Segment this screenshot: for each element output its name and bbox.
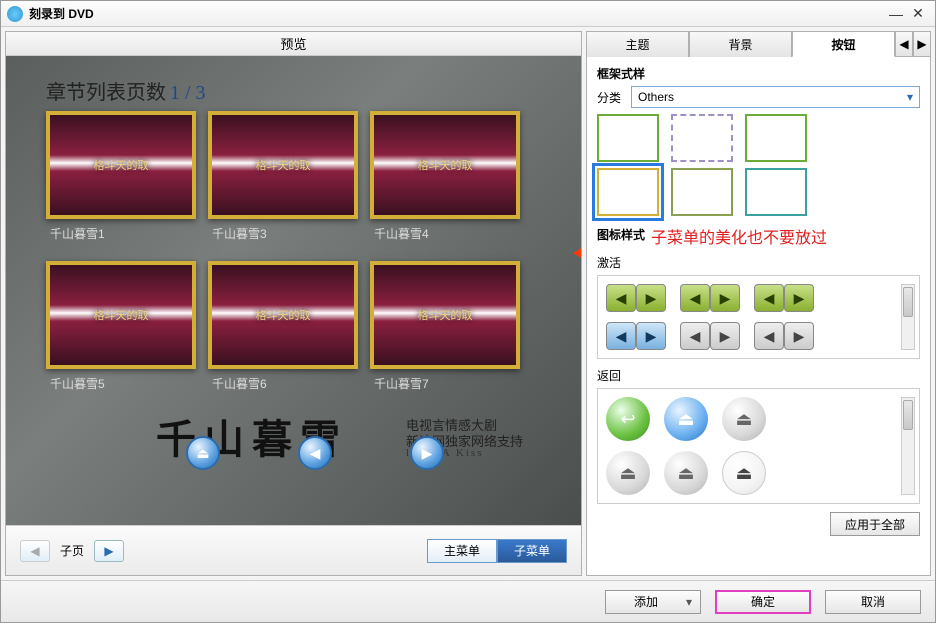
window-title: 刻录到 DVD xyxy=(29,5,94,22)
chapter-thumb[interactable]: 格斗天的取千山暮雪5 xyxy=(46,261,196,401)
return-icon-option[interactable]: ⏏ xyxy=(606,451,650,495)
preview-canvas: 章节列表页数1 / 3 格斗天的取千山暮雪1 格斗天的取千山暮雪3 格斗天的取千… xyxy=(6,56,581,525)
menu-nav-icons: ⏏ ◀ ▶ xyxy=(186,436,444,470)
arrow-left-icon: ◀ xyxy=(680,284,710,312)
nav-icon-pair[interactable]: ◀▶ xyxy=(680,322,740,350)
nav-icon-pair[interactable]: ◀▶ xyxy=(606,284,666,312)
subpage-label: 子页 xyxy=(60,542,84,559)
preview-toolbar: ◀ 子页 ▶ 主菜单 子菜单 xyxy=(6,525,581,575)
menu-segment: 主菜单 子菜单 xyxy=(427,539,567,563)
nav-icon-pair[interactable]: ◀▶ xyxy=(680,284,740,312)
tab-button[interactable]: 按钮 xyxy=(792,31,895,57)
apply-all-button[interactable]: 应用于全部 xyxy=(830,512,920,536)
category-select[interactable]: Others ▾ xyxy=(631,86,920,108)
annotation-arrow xyxy=(573,246,581,260)
nav-icon-pair[interactable]: ◀▶ xyxy=(754,284,814,312)
seg-main-menu[interactable]: 主菜单 xyxy=(427,539,497,563)
app-icon xyxy=(7,6,23,22)
chapter-thumb[interactable]: 格斗天的取千山暮雪3 xyxy=(208,111,358,251)
arrow-right-icon: ▶ xyxy=(710,322,740,350)
return-icon-option[interactable]: ⏏ xyxy=(722,397,766,441)
preview-tab[interactable]: 预览 xyxy=(6,32,581,56)
titlebar: 刻录到 DVD — ✕ xyxy=(1,1,935,27)
chapter-heading: 章节列表页数1 / 3 xyxy=(46,76,206,105)
scrollbar[interactable] xyxy=(901,397,915,495)
arrow-right-icon: ▶ xyxy=(784,284,814,312)
tab-background[interactable]: 背景 xyxy=(689,31,792,57)
return-icon-option[interactable]: ⏏ xyxy=(664,397,708,441)
subpage-next-button[interactable]: ▶ xyxy=(94,540,124,562)
activate-icon-grid: ◀▶ ◀▶ ◀▶ ◀▶ ◀▶ ◀▶ xyxy=(597,275,920,359)
nav-icon-pair[interactable]: ◀▶ xyxy=(754,322,814,350)
arrow-right-icon: ▶ xyxy=(636,322,666,350)
frame-style-grid xyxy=(597,114,920,162)
chapter-thumb-grid: 格斗天的取千山暮雪1 格斗天的取千山暮雪3 格斗天的取千山暮雪4 格斗天的取千山… xyxy=(46,111,536,401)
tab-scroll-left[interactable]: ◀ xyxy=(895,31,913,57)
subpage-prev-button[interactable]: ◀ xyxy=(20,540,50,562)
chapter-thumb[interactable]: 格斗天的取千山暮雪7 xyxy=(370,261,520,401)
chevron-down-icon: ▾ xyxy=(907,90,913,104)
return-icon-option[interactable]: ⏏ xyxy=(722,451,766,495)
chapter-heading-text: 章节列表页数 xyxy=(46,82,166,104)
scrollbar[interactable] xyxy=(901,284,915,350)
chapter-thumb[interactable]: 格斗天的取千山暮雪6 xyxy=(208,261,358,401)
nav-icon-pair[interactable]: ◀▶ xyxy=(606,322,666,350)
category-label: 分类 xyxy=(597,89,621,106)
frame-option[interactable] xyxy=(671,114,733,162)
arrow-left-icon: ◀ xyxy=(606,322,636,350)
chapter-thumb[interactable]: 格斗天的取千山暮雪4 xyxy=(370,111,520,251)
settings-tabs: 主题 背景 按钮 ◀ ▶ xyxy=(586,31,931,57)
frame-option-selected[interactable] xyxy=(597,168,659,216)
arrow-left-icon: ◀ xyxy=(606,284,636,312)
tab-theme[interactable]: 主题 xyxy=(586,31,689,57)
frame-option[interactable] xyxy=(671,168,733,216)
return-icon-option[interactable]: ⏏ xyxy=(664,451,708,495)
return-icon-grid: ↩ ⏏ ⏏ ⏏ ⏏ ⏏ xyxy=(597,388,920,504)
page-indicator: 1 / 3 xyxy=(170,82,206,104)
arrow-right-icon: ▶ xyxy=(636,284,666,312)
eject-icon[interactable]: ⏏ xyxy=(186,436,220,470)
minimize-button[interactable]: — xyxy=(885,5,907,23)
frame-option[interactable] xyxy=(597,114,659,162)
arrow-left-icon: ◀ xyxy=(754,284,784,312)
next-icon[interactable]: ▶ xyxy=(410,436,444,470)
seg-sub-menu[interactable]: 子菜单 xyxy=(497,539,567,563)
add-button[interactable]: 添加 xyxy=(605,590,701,614)
cancel-button[interactable]: 取消 xyxy=(825,590,921,614)
prev-icon[interactable]: ◀ xyxy=(298,436,332,470)
settings-body: 框架式样 分类 Others ▾ xyxy=(586,57,931,576)
settings-pane: 主题 背景 按钮 ◀ ▶ 框架式样 分类 Others ▾ xyxy=(586,31,931,576)
ok-button[interactable]: 确定 xyxy=(715,590,811,614)
arrow-left-icon: ◀ xyxy=(754,322,784,350)
arrow-right-icon: ▶ xyxy=(784,322,814,350)
return-label: 返回 xyxy=(597,367,920,384)
scrollbar-thumb[interactable] xyxy=(903,287,913,317)
scrollbar-thumb[interactable] xyxy=(903,400,913,430)
tab-scroll-right[interactable]: ▶ xyxy=(913,31,931,57)
frame-option[interactable] xyxy=(745,168,807,216)
footer-bar: 添加 确定 取消 xyxy=(1,580,935,622)
return-icon-option[interactable]: ↩ xyxy=(606,397,650,441)
chapter-thumb[interactable]: 格斗天的取千山暮雪1 xyxy=(46,111,196,251)
arrow-left-icon: ◀ xyxy=(680,322,710,350)
close-button[interactable]: ✕ xyxy=(907,5,929,23)
icon-style-heading: 图标样式 xyxy=(597,226,645,243)
annotation-text: 子菜单的美化也不要放过 xyxy=(651,224,827,248)
category-value: Others xyxy=(638,90,674,104)
activate-label: 激活 xyxy=(597,254,920,271)
preview-pane: 预览 章节列表页数1 / 3 格斗天的取千山暮雪1 格斗天的取千山暮雪3 格斗天… xyxy=(5,31,582,576)
frame-style-heading: 框架式样 xyxy=(597,65,920,82)
content-area: 预览 章节列表页数1 / 3 格斗天的取千山暮雪1 格斗天的取千山暮雪3 格斗天… xyxy=(1,27,935,580)
arrow-right-icon: ▶ xyxy=(710,284,740,312)
app-window: 刻录到 DVD — ✕ 预览 章节列表页数1 / 3 格斗天的取千山暮雪1 格斗… xyxy=(0,0,936,623)
frame-option[interactable] xyxy=(745,114,807,162)
